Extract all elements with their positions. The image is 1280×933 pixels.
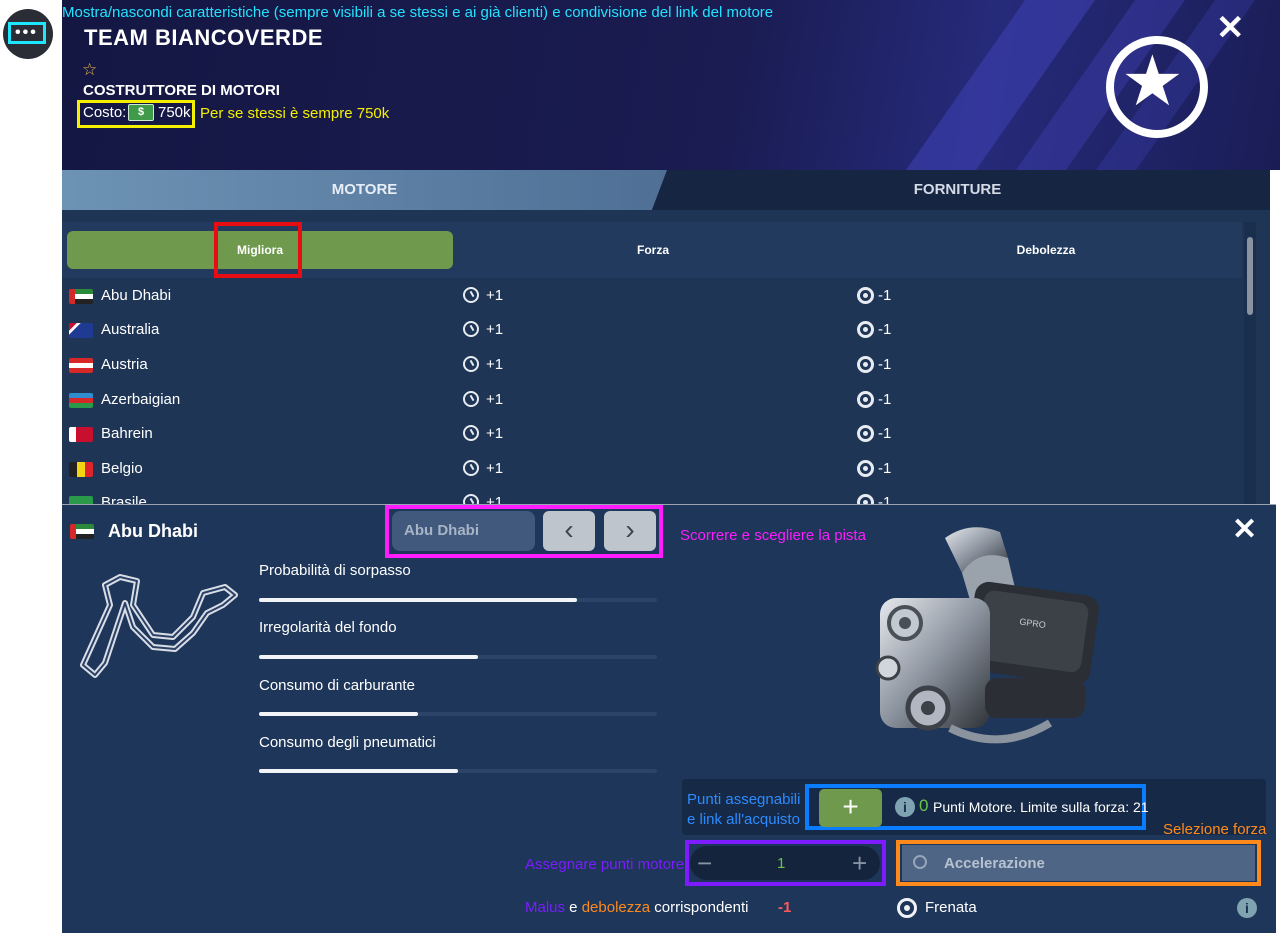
annotation-box-track: [385, 505, 663, 558]
weakness-value: -1: [878, 425, 892, 442]
stat-fill: [259, 769, 458, 773]
weakness-value: -1: [878, 287, 892, 304]
stat-fuel-label: Consumo di carburante: [259, 677, 415, 694]
strength-value: +1: [486, 425, 504, 442]
decrease-points-button[interactable]: −: [697, 849, 712, 877]
brake-disc-icon: [857, 391, 874, 408]
buy-points-button[interactable]: +: [819, 789, 882, 827]
strength-value: +1: [486, 460, 504, 477]
points-available: 0: [919, 796, 929, 815]
weakness-value: -1: [878, 391, 892, 408]
annotation-points: Punti assegnabili e link all'acquisto: [687, 791, 801, 828]
brake-disc-icon: [857, 356, 874, 373]
weakness-value: -1: [878, 494, 892, 504]
corresponding-word: corrispondenti: [650, 899, 749, 916]
country-name: Brasile: [101, 494, 147, 504]
stopwatch-icon: [463, 391, 479, 407]
brake-disc-icon: [857, 460, 874, 477]
brake-disc-icon: [857, 494, 874, 504]
and-word: e: [565, 899, 582, 916]
country-name: Abu Dhabi: [101, 287, 172, 304]
strength-select-value: Accelerazione: [944, 855, 1045, 872]
weakness-value: -1: [878, 321, 892, 338]
brake-disc-icon: [857, 425, 874, 442]
stat-fill: [259, 712, 419, 716]
country-name: Belgio: [101, 460, 143, 477]
table-row[interactable]: Bahrein +1 -1: [62, 417, 1242, 451]
strength-value: +1: [486, 356, 504, 373]
table-row[interactable]: Brasile +1 -1: [62, 486, 1242, 504]
stopwatch-icon: [463, 494, 479, 504]
flag-icon: [69, 393, 93, 408]
increase-points-button[interactable]: +: [852, 849, 867, 877]
flag-icon: [69, 323, 93, 338]
table-row[interactable]: Austria +1 -1: [62, 348, 1242, 382]
stopwatch-icon: [463, 356, 479, 372]
country-name: Austria: [101, 356, 148, 373]
stopwatch-icon: [913, 855, 927, 869]
table-row[interactable]: Australia +1 -1: [62, 313, 1242, 347]
brake-disc-icon: [897, 898, 917, 918]
info-icon[interactable]: i: [1237, 898, 1257, 918]
strength-value: +1: [486, 391, 504, 408]
weakness-word: debolezza: [581, 899, 651, 916]
country-name: Australia: [101, 321, 160, 338]
stopwatch-icon: [463, 460, 479, 476]
flag-icon: [69, 462, 93, 477]
strength-value: +1: [486, 321, 504, 338]
strength-value: +1: [486, 287, 504, 304]
flag-icon: [69, 289, 93, 304]
stat-bumpiness-label: Irregolarità del fondo: [259, 619, 397, 636]
annotation-strength: Selezione forza: [1163, 821, 1267, 838]
table-row[interactable]: Belgio +1 -1: [62, 452, 1242, 486]
table-row[interactable]: Azerbaigian +1 -1: [62, 383, 1242, 417]
annotation-assign: Assegnare punti motore: [525, 856, 685, 873]
stat-overtaking-bar: [259, 598, 657, 602]
engine-image: GPRO: [875, 527, 1099, 744]
points-description: Punti Motore. Limite sulla forza: 21: [933, 799, 1149, 815]
flag-icon: [69, 427, 93, 442]
malus-description: Malus e debolezza corrispondenti: [525, 899, 748, 916]
malus-word: Malus: [525, 899, 566, 916]
flag-icon: [70, 524, 94, 539]
weakness-value: -1: [878, 460, 892, 477]
country-name: Azerbaigian: [101, 391, 181, 408]
info-icon[interactable]: i: [895, 797, 915, 817]
malus-value: -1: [778, 899, 792, 916]
list-rows: Abu Dhabi +1 -1 Australia +1 -1 Austria …: [0, 0, 1280, 504]
stat-fill: [259, 655, 478, 659]
strength-value: +1: [486, 494, 504, 504]
stat-fuel-bar: [259, 712, 657, 716]
brake-disc-icon: [857, 287, 874, 304]
weakness-label: Frenata: [925, 899, 977, 916]
stopwatch-icon: [463, 321, 479, 337]
track-map-icon: [80, 574, 238, 678]
stopwatch-icon: [463, 425, 479, 441]
points-value: 1: [777, 855, 786, 872]
stat-tyre-bar: [259, 769, 657, 773]
weakness-value: -1: [878, 356, 892, 373]
brake-disc-icon: [857, 321, 874, 338]
stopwatch-icon: [463, 287, 479, 303]
close-icon[interactable]: ✕: [1232, 515, 1257, 545]
table-row[interactable]: Abu Dhabi +1 -1: [62, 279, 1242, 313]
flag-icon: [69, 358, 93, 373]
flag-icon: [69, 496, 93, 504]
annotation-track: Scorrere e scegliere la pista: [680, 527, 866, 544]
stat-overtaking-label: Probabilità di sorpasso: [259, 562, 411, 579]
stat-bumpiness-bar: [259, 655, 657, 659]
country-name: Bahrein: [101, 425, 153, 442]
stat-tyre-label: Consumo degli pneumatici: [259, 734, 436, 751]
detail-title: Abu Dhabi: [108, 521, 198, 541]
stat-fill: [259, 598, 578, 602]
